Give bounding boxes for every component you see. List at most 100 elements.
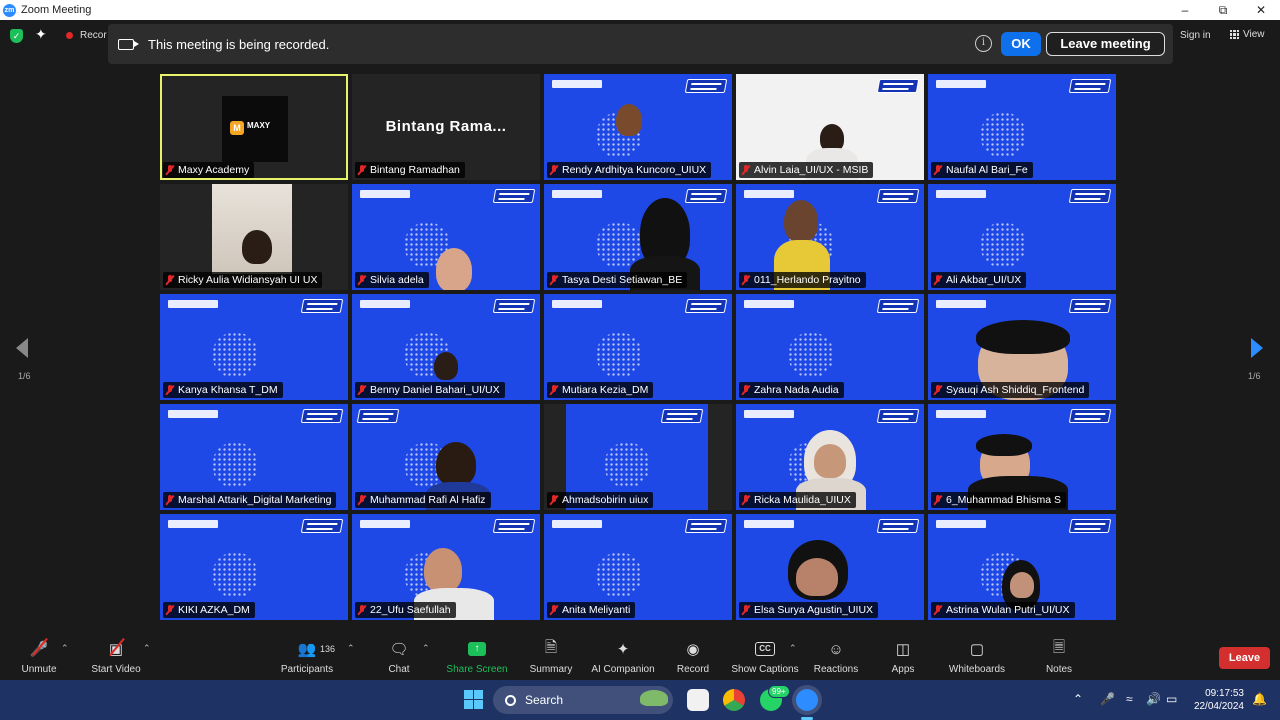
video-tile[interactable]: Astrina Wulan Putri_UI/UX [928, 514, 1116, 620]
video-tile[interactable]: Ricky Aulia Widiansyah UI UX [160, 184, 348, 290]
video-tile[interactable]: Mutiara Kezia_DM [544, 294, 732, 400]
sponsor-logos [936, 520, 986, 528]
hackathon-logo [1068, 79, 1112, 93]
sign-in-link[interactable]: Sign in [1180, 30, 1211, 41]
video-tile[interactable]: Marshal Attarik_Digital Marketing [160, 404, 348, 510]
participant-name-tag: 22_Ufu Saefullah [355, 602, 456, 618]
participant-name-tag: Tasya Desti Setiawan_BE [547, 272, 688, 288]
ok-button[interactable]: OK [1001, 32, 1041, 56]
hackathon-logo [1068, 519, 1112, 533]
participant-name-tag: Silvia adela [355, 272, 429, 288]
video-tile[interactable]: Ahmadsobirin uiux [544, 404, 732, 510]
participant-name-tag: Astrina Wulan Putri_UI/UX [931, 602, 1075, 618]
video-tile[interactable]: Rendy Ardhitya Kuncoro_UIUX [544, 74, 732, 180]
share-screen-button[interactable]: ↑ Share Screen [437, 638, 517, 675]
system-clock[interactable]: 09:17:53 22/04/2024 [1190, 687, 1244, 713]
hackathon-logo [492, 519, 536, 533]
participant-name-tag: Anita Meliyanti [547, 602, 636, 618]
video-options-chevron-icon[interactable]: ⌃ [143, 643, 151, 654]
battery-icon[interactable]: ▭ [1166, 692, 1177, 706]
mic-muted-icon [934, 165, 942, 175]
windows-start-icon[interactable] [464, 690, 483, 709]
video-tile[interactable]: Bintang Rama... Bintang Ramadhan [352, 74, 540, 180]
video-tile[interactable]: Syauqi Ash Shiddiq_Frontend [928, 294, 1116, 400]
chat-options-chevron-icon[interactable]: ⌃ [422, 643, 430, 654]
hackathon-logo [684, 79, 728, 93]
ai-companion-button[interactable]: ✦ AI Companion [583, 638, 663, 675]
clock-date: 22/04/2024 [1193, 701, 1244, 712]
video-tile[interactable]: M MAXY Maxy Academy [160, 74, 348, 180]
sponsor-logos [552, 300, 602, 308]
microphone-tray-icon[interactable]: 🎤 [1100, 692, 1115, 706]
video-tile[interactable]: Ali Akbar_UI/UX [928, 184, 1116, 290]
leave-meeting-button[interactable]: Leave meeting [1046, 32, 1165, 56]
previous-page-arrow-icon[interactable] [16, 338, 28, 358]
video-tile[interactable]: Elsa Surya Agustin_UIUX [736, 514, 924, 620]
sponsor-logos [168, 300, 218, 308]
mic-muted-icon [166, 495, 174, 505]
ai-companion-sparkle-icon[interactable]: ✦ [35, 26, 47, 43]
whiteboard-icon: ▢ [969, 641, 985, 658]
tray-overflow-chevron-icon[interactable]: ⌃ [1073, 692, 1083, 706]
hackathon-logo [876, 79, 920, 93]
sponsor-logos [552, 80, 602, 88]
hackathon-logo [300, 519, 344, 533]
audio-options-chevron-icon[interactable]: ⌃ [61, 643, 69, 654]
encryption-shield-icon[interactable]: ✓ [10, 29, 23, 43]
record-button[interactable]: ◉ Record [653, 638, 733, 675]
video-tile[interactable]: 22_Ufu Saefullah [352, 514, 540, 620]
minimize-button[interactable]: – [1166, 0, 1204, 20]
video-tile[interactable]: 6_Muhammad Bhisma S [928, 404, 1116, 510]
hackathon-logo [876, 299, 920, 313]
next-page-arrow-icon[interactable] [1251, 338, 1263, 358]
sponsor-logos [168, 410, 218, 418]
mic-muted-icon [358, 605, 366, 615]
participant-name-tag: Ricka Maulida_UIUX [739, 492, 856, 508]
closed-captions-icon: CC [755, 642, 775, 656]
window-title: Zoom Meeting [21, 4, 92, 16]
participant-name-tag: Naufal Al Bari_Fe [931, 162, 1033, 178]
video-tile[interactable]: Silvia adela [352, 184, 540, 290]
close-button[interactable]: ✕ [1242, 0, 1280, 20]
hackathon-logo [492, 189, 536, 203]
video-gallery: M MAXY Maxy Academy Bintang Rama... Bint… [160, 74, 1120, 624]
info-icon[interactable]: i [975, 35, 992, 52]
maxy-academy-logo: M MAXY [222, 96, 288, 162]
video-tile[interactable]: KIKI AZKA_DM [160, 514, 348, 620]
video-tile[interactable]: Anita Meliyanti [544, 514, 732, 620]
participants-options-chevron-icon[interactable]: ⌃ [347, 643, 355, 654]
mic-muted-icon [358, 495, 366, 505]
mic-muted-icon [934, 275, 942, 285]
apps-button[interactable]: ◫ Apps [863, 638, 943, 675]
view-button[interactable]: View [1230, 29, 1265, 40]
leave-button[interactable]: Leave [1219, 647, 1270, 669]
participants-icon: 👥 [297, 641, 317, 658]
zoom-taskbar-icon[interactable] [796, 689, 818, 711]
video-tile[interactable]: Kanya Khansa T_DM [160, 294, 348, 400]
video-tile[interactable]: 011_Herlando Prayitno [736, 184, 924, 290]
hackathon-logo [684, 519, 728, 533]
chrome-icon[interactable] [723, 689, 745, 711]
recording-label[interactable]: Recor [80, 30, 107, 41]
hackathon-logo [1068, 409, 1112, 423]
video-tile[interactable]: Muhammad Rafi Al Hafiz [352, 404, 540, 510]
video-tile[interactable]: Naufal Al Bari_Fe [928, 74, 1116, 180]
maximize-button[interactable]: ⧉ [1204, 0, 1242, 20]
video-tile[interactable]: Alvin Laia_UI/UX - MSIB [736, 74, 924, 180]
file-explorer-icon[interactable] [687, 689, 709, 711]
share-screen-icon: ↑ [468, 642, 486, 656]
notes-button[interactable]: 🗏 Notes [1019, 638, 1099, 676]
participant-name-tag: Muhammad Rafi Al Hafiz [355, 492, 491, 508]
wifi-icon[interactable]: ≈ [1126, 692, 1133, 706]
participant-name-tag: 6_Muhammad Bhisma S [931, 492, 1066, 508]
whiteboards-button[interactable]: ▢ Whiteboards [937, 638, 1017, 675]
video-tile[interactable]: Benny Daniel Bahari_UI/UX [352, 294, 540, 400]
video-tile[interactable]: Ricka Maulida_UIUX [736, 404, 924, 510]
speaker-icon[interactable]: 🔊 [1146, 692, 1161, 706]
video-tile[interactable]: Tasya Desti Setiawan_BE [544, 184, 732, 290]
mic-muted-icon [358, 385, 366, 395]
mic-muted-icon [166, 385, 174, 395]
notification-bell-icon[interactable]: 🔔 [1252, 692, 1267, 706]
summary-button[interactable]: 🗎 Summary [511, 638, 591, 676]
video-tile[interactable]: Zahra Nada Audia [736, 294, 924, 400]
